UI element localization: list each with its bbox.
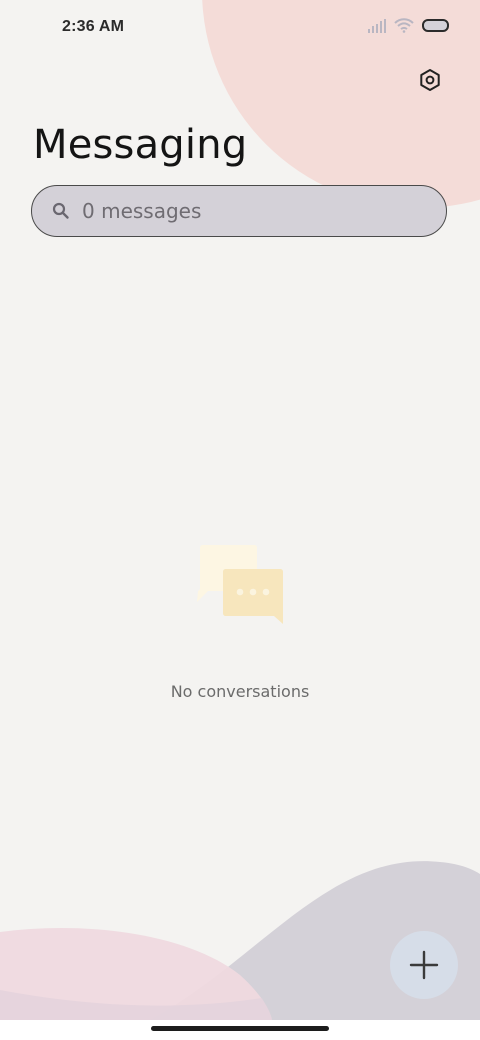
empty-state-text: No conversations (170, 682, 310, 701)
bottom-overlap (0, 990, 272, 1020)
status-icons (368, 18, 450, 33)
status-bar: 2:36 AM (0, 0, 480, 56)
settings-hexagon-icon (420, 69, 440, 91)
status-time: 2:36 AM (62, 18, 125, 35)
page-title: Messaging (33, 122, 248, 168)
home-indicator[interactable] (151, 1026, 329, 1031)
new-conversation-button[interactable] (390, 931, 458, 999)
plus-icon (409, 950, 439, 980)
bottom-pink-wave (0, 927, 272, 1020)
settings-button[interactable] (410, 60, 450, 100)
wifi-icon (394, 18, 414, 33)
signal-icon (368, 18, 386, 33)
chat-bubbles-icon (197, 545, 283, 624)
search-input[interactable] (82, 199, 402, 223)
battery-icon (422, 18, 449, 32)
search-bar[interactable] (31, 185, 447, 237)
search-icon (52, 202, 70, 220)
